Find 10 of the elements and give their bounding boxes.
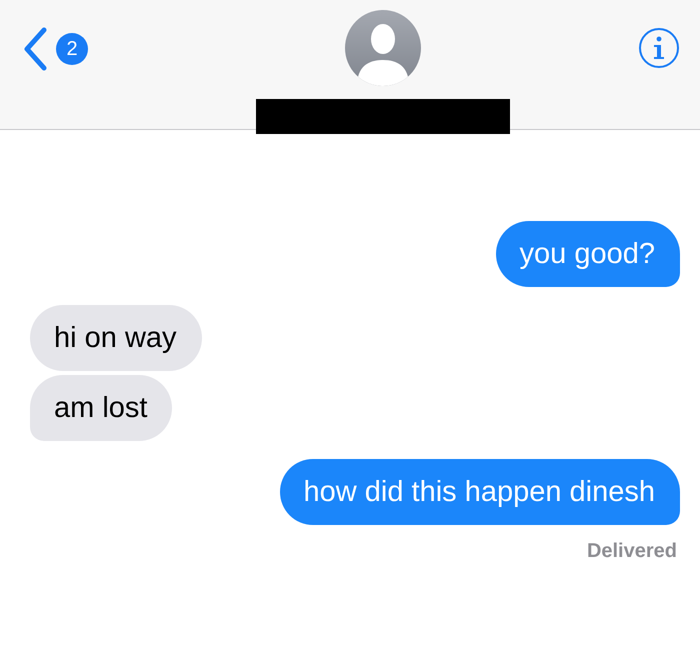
message-bubble: you good? [496,221,680,287]
message-bubble: how did this happen dinesh [280,459,680,525]
message-bubble: am lost [30,375,172,441]
chevron-icon [22,27,48,71]
delivery-status: Delivered [586,540,677,563]
unread-badge: 2 [56,33,88,65]
back-button[interactable]: 2 [22,27,88,71]
avatar-icon[interactable] [345,10,421,86]
info-icon[interactable] [638,27,680,69]
message-bubble: hi on way [30,305,202,371]
